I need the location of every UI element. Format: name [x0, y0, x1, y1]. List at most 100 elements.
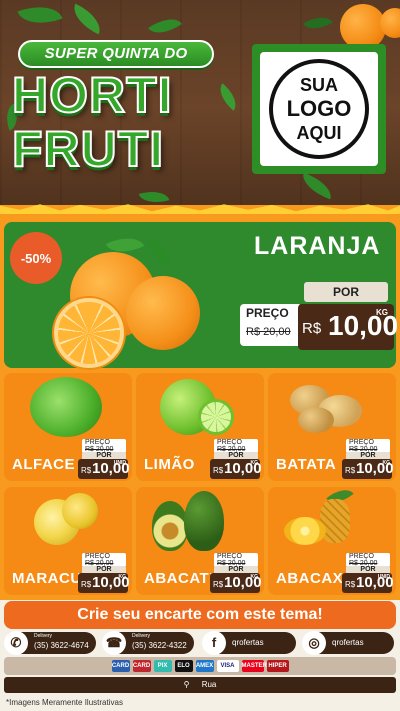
featured-new-price: POR R$ 10,00 KG [298, 282, 398, 350]
facebook-contact[interactable]: f qrofertas [202, 631, 296, 655]
price-unit: UNID [377, 574, 390, 580]
currency-symbol: R$ [213, 580, 224, 589]
logo-circle: SUA LOGO AQUI [269, 59, 369, 159]
product-card[interactable]: MARACUJÁ PREÇO R$ 20,00 POR R$ 10,00 KG [4, 487, 132, 595]
leaf-decoration [148, 10, 182, 42]
header-banner: SUPER QUINTA DO HORTI FRUTI SUA LOGO AQU… [0, 0, 400, 215]
payment-methods: CARD CARD PIX ELO AMEX VISA MASTER HIPER [4, 657, 396, 675]
currency-symbol: R$ [345, 466, 356, 475]
new-price: R$ 10,00 KG [78, 573, 130, 593]
logo-line: AQUI [296, 123, 342, 143]
product-price: PREÇO R$ 20,00 POR R$ 10,00 UNID [78, 439, 130, 479]
avocado-icon [152, 501, 188, 551]
currency-symbol: R$ [81, 580, 92, 589]
old-price-value: R$ 20,00 [246, 326, 291, 338]
facebook-icon: f [202, 631, 226, 655]
product-card[interactable]: LIMÃO PREÇO R$ 20,00 POR R$ 10,00 KG [136, 373, 264, 481]
price-unit: KG [382, 460, 391, 466]
lettuce-icon [30, 377, 102, 437]
price-unit: KG [250, 460, 259, 466]
product-card[interactable]: ABACAXI PREÇO R$ 20,00 POR R$ 10,00 UNID [268, 482, 396, 595]
currency-symbol: R$ [213, 466, 224, 475]
leaf-decoration [67, 3, 107, 35]
pineapple-slice-icon [284, 517, 326, 545]
orange-half-icon [54, 298, 124, 368]
leaf-decoration [303, 10, 333, 36]
old-price-label: PREÇO [349, 439, 374, 446]
mastercard-icon: MASTER [241, 660, 267, 672]
old-price-label: PREÇO [85, 553, 110, 560]
old-price: PREÇO R$ 20,00 [346, 439, 390, 453]
leaf-decoration [298, 172, 336, 200]
old-price: PREÇO R$ 20,00 [214, 553, 258, 567]
instagram-contact[interactable]: ◎ qrofertas [302, 631, 394, 655]
product-name: LIMÃO [144, 456, 195, 473]
discount-badge: -50% [10, 232, 62, 284]
logo-placeholder: SUA LOGO AQUI [252, 44, 386, 174]
new-price: R$ 10,00 UNID [342, 573, 394, 593]
logo-line: SUA [299, 75, 338, 95]
new-price: R$ 10,00 UNID [78, 459, 130, 479]
featured-product-laranja[interactable]: -50% LARANJA PREÇO R$ 20,00 POR R$ 10,00… [4, 222, 398, 368]
product-price: PREÇO R$ 20,00 POR R$ 10,00 KG [210, 553, 262, 593]
title-horti: HORTI [11, 67, 173, 123]
phone-contact[interactable]: ☎ Delivery (35) 3622-4322 [102, 631, 194, 655]
leaf-decoration [17, 0, 63, 33]
potato-icon [298, 407, 334, 433]
old-price: PREÇO R$ 20,00 [346, 553, 390, 567]
product-name: BATATA [276, 456, 337, 473]
orange-fruit-icon [126, 276, 200, 350]
contact-number: (35) 3622-4322 [132, 641, 187, 650]
product-name: ABACATE [144, 570, 220, 587]
passion-fruit-icon [62, 493, 98, 529]
currency-symbol: R$ [302, 320, 322, 337]
logo-line: LOGO [286, 96, 352, 121]
contact-label: Delivery [34, 633, 53, 639]
create-flyer-cta[interactable]: Crie seu encarte com este tema! [4, 601, 396, 629]
old-price-label: PREÇO [349, 553, 374, 560]
featured-product-name: LARANJA [254, 232, 381, 260]
product-name: ABACAXI [276, 570, 348, 587]
price-unit: KG [250, 574, 259, 580]
old-price: PREÇO R$ 20,00 [82, 439, 126, 453]
address-text: Rua [201, 680, 217, 689]
old-price-label: PREÇO [246, 306, 289, 320]
old-price: PREÇO R$ 20,00 [214, 439, 258, 453]
old-price-label: PREÇO [217, 439, 242, 446]
visa-icon: VISA [216, 660, 239, 672]
leaf-icon [142, 237, 176, 267]
lime-half-icon [198, 399, 234, 435]
contact-label: Delivery [132, 633, 151, 639]
elo-icon: ELO [174, 660, 193, 672]
address-bar: ⚲ Rua [4, 677, 396, 693]
pix-icon: PIX [153, 660, 172, 672]
new-price: R$ 10,00 KG [210, 459, 262, 479]
currency-symbol: R$ [81, 466, 92, 475]
location-pin-icon: ⚲ [183, 680, 190, 689]
product-name: ALFACE [12, 456, 75, 473]
price-unit: UNID [113, 460, 126, 466]
product-card[interactable]: ABACATE PREÇO R$ 20,00 POR R$ 10,00 KG [136, 487, 264, 595]
new-price: R$ 10,00 KG [342, 459, 394, 479]
pineapple-icon [320, 499, 350, 543]
whatsapp-icon: ✆ [4, 631, 28, 655]
contact-handle: qrofertas [332, 638, 364, 647]
featured-old-price: PREÇO R$ 20,00 [240, 304, 302, 346]
phone-icon: ☎ [102, 631, 126, 655]
product-price: PREÇO R$ 20,00 POR R$ 10,00 UNID [342, 553, 394, 593]
avocado-icon [184, 491, 224, 551]
title-super-quinta: SUPER QUINTA DO [18, 40, 214, 68]
currency-symbol: R$ [345, 580, 356, 589]
old-price-label: PREÇO [85, 439, 110, 446]
hipercard-icon: HIPER [266, 660, 289, 672]
card-icon: CARD [111, 660, 130, 672]
por-label: POR [304, 282, 388, 302]
amex-icon: AMEX [195, 660, 214, 672]
title-fruti: FRUTI [11, 121, 165, 177]
whatsapp-contact[interactable]: ✆ Delivery (35) 3622-4674 [4, 631, 96, 655]
product-card[interactable]: BATATA PREÇO R$ 20,00 POR R$ 10,00 KG [268, 373, 396, 481]
product-card[interactable]: ALFACE PREÇO R$ 20,00 POR R$ 10,00 UNID [4, 373, 132, 481]
old-price-label: PREÇO [217, 553, 242, 560]
card-icon: CARD [132, 660, 151, 672]
price-unit: KG [118, 574, 127, 580]
